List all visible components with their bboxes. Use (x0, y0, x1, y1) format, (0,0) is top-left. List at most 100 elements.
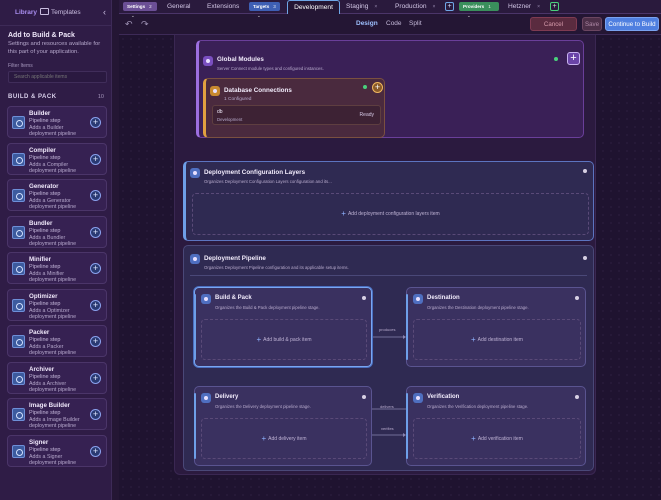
section-title: BUILD & PACK (8, 94, 57, 100)
add-item-button[interactable]: + (90, 299, 101, 311)
undo-icon[interactable]: ↶ (125, 19, 133, 30)
library-item-description: Adds a Minifier deployment pipeline step… (29, 271, 77, 283)
add-item-button[interactable]: + (90, 263, 101, 274)
tab-development[interactable]: Development (287, 0, 340, 14)
library-item-card[interactable]: Minifier Pipeline step Adds a Minifier dep… (7, 252, 107, 284)
tab-templates-label: Templates (51, 9, 81, 16)
tab-library[interactable]: Library (15, 7, 37, 19)
deployment-pipeline-panel[interactable]: Deployment Pipeline Organizes Deployment… (183, 245, 594, 471)
add-item-button[interactable]: + (90, 190, 101, 201)
collapse-sidebar-icon[interactable]: ‹ (103, 7, 106, 17)
library-item-card[interactable]: Archiver Pipeline step Adds a Archiver dep… (7, 361, 107, 394)
targets-pill[interactable]: Targets 3⌄ (249, 2, 280, 18)
add-build-item-text: Add build & pack item (263, 336, 312, 343)
add-item-button[interactable]: + (90, 226, 101, 238)
tab-hetzner-label: Hetzner (508, 3, 532, 10)
tab-templates[interactable]: Templates (40, 7, 81, 19)
library-item-card[interactable]: Image Builder Pipeline step Adds a Image B… (7, 398, 107, 430)
status-dot (583, 169, 587, 173)
settings-pill[interactable]: Settings 2⌄ (123, 2, 157, 18)
tab-staging[interactable]: Staging × (346, 0, 377, 14)
plus-icon: + (256, 334, 262, 344)
tab-production[interactable]: Production × (395, 0, 435, 14)
library-item-card[interactable]: Packer Pipeline step Adds a Packer deploym… (7, 325, 107, 357)
library-item-card[interactable]: Builder Pipeline step Adds a Builder deplo… (7, 106, 107, 138)
stage-delivery[interactable]: Delivery Organizes the Delivery deployme… (194, 386, 372, 466)
stage-delivery-title: Delivery (215, 394, 239, 400)
stage-build-title: Build & Pack (215, 295, 252, 301)
library-item-description: Adds a Archiver deployment pipeline step… (29, 380, 77, 393)
close-icon[interactable]: × (537, 4, 540, 10)
add-target-icon[interactable]: + (445, 2, 454, 11)
add-delivery-item-area[interactable]: + Add delivery item (201, 418, 367, 459)
pipeline-step-icon (12, 262, 25, 275)
status-dot (575, 395, 579, 399)
add-item-button[interactable]: + (90, 153, 101, 165)
add-item-button[interactable]: + (90, 372, 101, 384)
close-icon[interactable]: × (433, 4, 436, 10)
add-destination-item-label: + Add destination item (414, 335, 580, 344)
status-dot (554, 57, 558, 61)
config-layers-panel[interactable]: Deployment Configuration Layers Organize… (183, 161, 594, 241)
add-module-button[interactable]: + (567, 52, 580, 65)
tab-hetzner[interactable]: Hetzner × (508, 0, 540, 14)
add-delivery-item-text: Add delivery item (268, 435, 307, 442)
library-item-card[interactable]: Bundler Pipeline step Adds a Bundler deplo… (7, 215, 107, 248)
db-item-env: Development (217, 117, 243, 122)
pipeline-step-icon (12, 225, 25, 239)
redo-icon[interactable]: ↷ (141, 19, 149, 30)
pipeline-step-icon (12, 408, 25, 421)
settings-pill-count: 2 (149, 4, 152, 9)
add-item-button[interactable]: + (90, 409, 101, 420)
stage-destination[interactable]: Destination Organizes the Destination de… (406, 287, 586, 367)
status-dot (363, 85, 367, 89)
top-tab-bar: Settings 2⌄ General Extensions Targets 3⌄ … (119, 0, 661, 18)
add-build-item-area[interactable]: + Add build & pack item (201, 319, 367, 360)
add-build-item-label: + Add build & pack item (202, 334, 366, 344)
add-item-button[interactable]: + (90, 117, 101, 128)
library-item-name: Optimizer (29, 292, 58, 300)
library-item-card[interactable]: Signer Pipeline step Adds a Signer deploym… (7, 434, 107, 467)
database-icon (210, 86, 220, 96)
continue-to-build-button[interactable]: Continue to Build (605, 17, 659, 31)
library-item-name: Packer (29, 329, 50, 336)
tab-extensions[interactable]: Extensions (207, 0, 239, 14)
monitor-icon (40, 8, 49, 15)
library-item-description: Adds a Generator deployment pipeline ste… (29, 198, 77, 210)
filter-input[interactable] (8, 71, 107, 83)
stage-verification[interactable]: Verification Organizes the Verification … (406, 386, 586, 466)
save-button[interactable]: Save (582, 17, 602, 31)
mode-split[interactable]: Split (409, 20, 422, 27)
add-config-layer-label: + Add deployment configuration layers ite… (193, 210, 588, 218)
targets-pill-count: 3 (273, 4, 276, 9)
stage-destination-title: Destination (427, 295, 460, 301)
mode-design[interactable]: Design (356, 20, 378, 27)
providers-pill[interactable]: Providers 1⌄ (459, 2, 499, 18)
add-database-button[interactable]: + (372, 82, 383, 93)
add-item-button[interactable]: + (90, 336, 101, 347)
library-item-name: Signer (29, 438, 49, 446)
database-connections-subtitle: 1 Configured (224, 97, 252, 102)
library-item-card[interactable]: Compiler Pipeline step Adds a Compiler dep… (7, 142, 107, 175)
add-provider-icon[interactable]: + (550, 2, 559, 11)
stage-build-pack[interactable]: Build & Pack Organizes the Build & Pack … (194, 287, 372, 367)
library-item-description: Adds a Packer deployment pipeline step. (29, 344, 77, 356)
library-item-name: Image Builder (29, 402, 70, 409)
layers-icon (190, 168, 200, 178)
mode-code[interactable]: Code (386, 20, 402, 27)
library-item-card[interactable]: Generator Pipeline step Adds a Generator d… (7, 179, 107, 211)
tab-general[interactable]: General (167, 0, 190, 14)
library-item-card[interactable]: Optimizer Pipeline step Adds a Optimizer d… (7, 288, 107, 321)
library-item-description: Adds a Signer deployment pipeline step. (29, 453, 77, 466)
add-verification-item-area[interactable]: + Add verification item (413, 418, 581, 459)
close-icon[interactable]: × (374, 4, 377, 10)
section-count: 10 (97, 94, 104, 100)
add-item-button[interactable]: + (90, 445, 101, 457)
cancel-changes-button[interactable]: Cancel Changes (530, 17, 577, 42)
database-item-db[interactable]: db Development Ready (212, 105, 381, 125)
stage-icon (201, 393, 211, 403)
library-item-name: Minifier (29, 256, 52, 263)
add-config-layer-area[interactable]: + Add deployment configuration layers ite… (192, 193, 589, 235)
add-destination-item-area[interactable]: + Add destination item (413, 319, 581, 360)
pipeline-step-icon (12, 298, 25, 312)
